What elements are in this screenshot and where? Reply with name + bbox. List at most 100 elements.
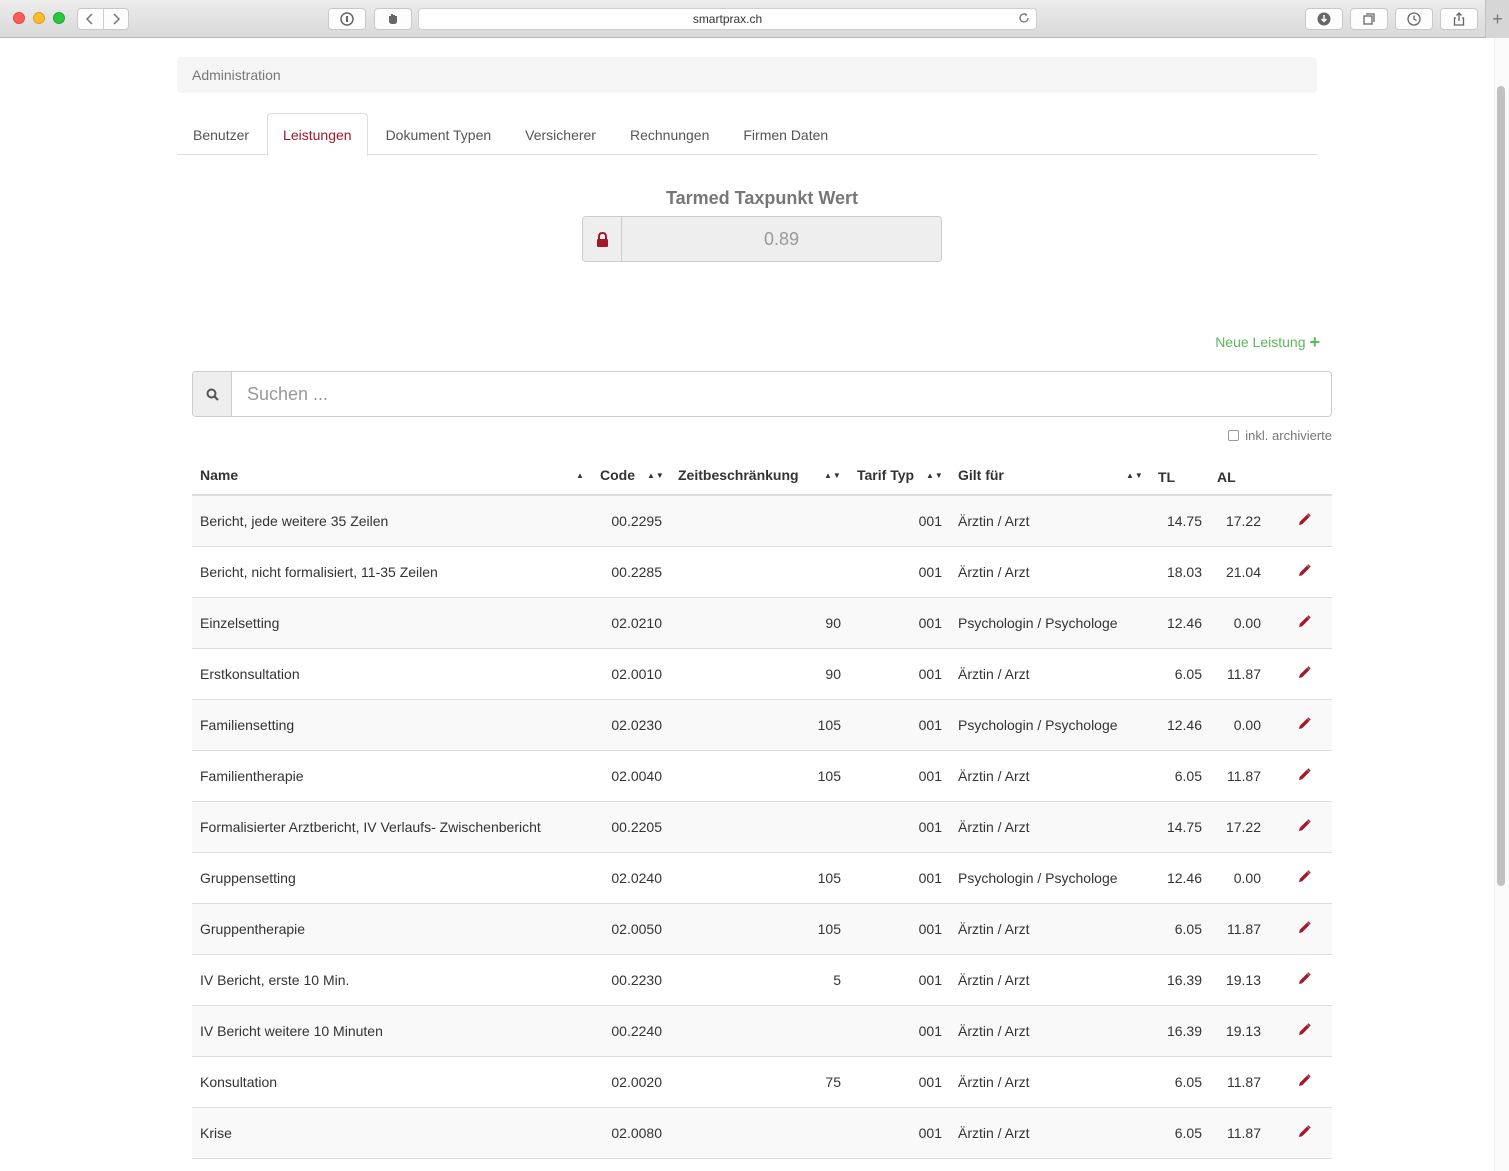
table-row: IV Bericht weitere 10 Minuten 00.2240 001 Ä… [192,1006,1332,1057]
sort-icon[interactable]: ▲▼ [824,471,842,480]
share-button[interactable] [1440,8,1478,30]
row-tarif-typ: 001 [918,717,942,733]
row-gilt-fuer: Ärztin / Arzt [958,1074,1030,1090]
tab-leistungen[interactable]: Leistungen [267,113,368,156]
edit-pencil-icon[interactable] [1298,819,1311,832]
sort-asc-icon[interactable]: ▲ [576,471,585,480]
edit-pencil-icon[interactable] [1298,717,1311,730]
table-row: Einzelsetting 02.0210 90 001 Psychologin / P… [192,598,1332,649]
edit-pencil-icon[interactable] [1298,972,1311,985]
archive-checkbox[interactable] [1228,430,1240,441]
minimize-window-button[interactable] [33,12,45,24]
row-zeitbeschraenkung: 105 [817,768,841,784]
table-row: Familiensetting 02.0230 105 001 Psychologin … [192,700,1332,751]
row-gilt-fuer: Ärztin / Arzt [958,819,1030,835]
row-gilt-fuer: Ärztin / Arzt [958,768,1030,784]
row-gilt-fuer: Psychologin / Psychologe [958,870,1118,886]
tabs-icon [1363,13,1375,25]
row-zeitbeschraenkung: 90 [825,615,841,631]
back-button[interactable] [78,9,103,29]
edit-pencil-icon[interactable] [1298,768,1311,781]
row-code: 00.2240 [611,1023,662,1039]
forward-button[interactable] [102,9,129,29]
new-service-link[interactable]: Neue Leistung + [1180,333,1320,351]
row-al: 19.13 [1225,972,1261,988]
header-name[interactable]: Name [200,467,238,483]
sort-icon[interactable]: ▲▼ [647,471,665,480]
header-gilt[interactable]: Gilt für [958,467,1004,483]
zoom-window-button[interactable] [53,12,65,24]
row-gilt-fuer: Ärztin / Arzt [958,1125,1030,1141]
chevron-right-icon [113,13,120,25]
row-code: 00.2295 [611,513,662,529]
row-tarif-typ: 001 [918,513,942,529]
edit-pencil-icon[interactable] [1298,921,1311,934]
table-row: Bericht, nicht formalisiert, 11-35 Zeile… [192,547,1332,598]
taxpunkt-value: 0.89 [622,217,941,261]
row-tl: 6.05 [1174,768,1202,784]
search-icon [193,372,232,416]
reload-icon[interactable] [1018,12,1030,27]
tab-firmen-daten[interactable]: Firmen Daten [727,113,844,155]
row-name: IV Bericht weitere 10 Minuten [200,1023,383,1039]
sort-icon[interactable]: ▲▼ [1126,471,1144,480]
header-tarif[interactable]: Tarif Typ [857,467,914,483]
address-bar[interactable]: smartprax.ch [418,8,1037,30]
row-al: 0.00 [1233,717,1261,733]
search-input[interactable] [232,372,1331,416]
row-name: Einzelsetting [200,615,280,631]
header-zeit[interactable]: Zeitbeschränkung [678,467,799,483]
hand-icon [389,14,397,24]
row-tarif-typ: 001 [918,666,942,682]
table-row: Gruppensetting 02.0240 105 001 Psychologin /… [192,853,1332,904]
row-gilt-fuer: Ärztin / Arzt [958,1023,1030,1039]
row-code: 00.2285 [611,564,662,580]
plus-icon: + [1492,8,1503,29]
row-name: Krise [200,1125,232,1141]
row-name: Familiensetting [200,717,295,733]
extension-button[interactable] [374,8,412,30]
archive-filter[interactable]: inkl. archivierte [1180,428,1332,443]
table-row: Erstkonsultation 02.0010 90 001 Ärztin / Arz… [192,649,1332,700]
row-name: IV Bericht, erste 10 Min. [200,972,350,988]
tab-benutzer[interactable]: Benutzer [177,113,265,155]
row-code: 02.0050 [611,921,662,937]
row-tl: 12.46 [1166,717,1202,733]
edit-pencil-icon[interactable] [1298,666,1311,679]
edit-pencil-icon[interactable] [1298,1125,1311,1138]
tab-rechnungen[interactable]: Rechnungen [614,113,725,155]
tab-dokument-typen[interactable]: Dokument Typen [370,113,508,155]
tabs-overview-button[interactable] [1350,8,1388,30]
scrollbar-thumb[interactable] [1497,86,1505,886]
edit-pencil-icon[interactable] [1298,1074,1311,1087]
url-text: smartprax.ch [692,12,763,26]
edit-pencil-icon[interactable] [1298,1023,1311,1036]
edit-pencil-icon[interactable] [1298,615,1311,628]
chevron-left-icon [86,13,93,25]
row-gilt-fuer: Ärztin / Arzt [958,666,1030,682]
tab-versicherer[interactable]: Versicherer [509,113,612,155]
history-button[interactable] [1395,8,1433,30]
lock-button[interactable] [583,217,622,261]
new-service-label: Neue Leistung [1215,334,1306,350]
table-row: Formalisierter Arztbericht, IV Verlaufs-… [192,802,1332,853]
new-tab-button[interactable]: + [1485,0,1509,38]
downloads-button[interactable] [1305,8,1343,30]
row-name: Erstkonsultation [200,666,300,682]
history-nav [77,8,129,30]
close-window-button[interactable] [13,12,25,24]
row-al: 11.87 [1227,1125,1261,1141]
table-row: Gruppentherapie 02.0050 105 001 Ärztin / Arz… [192,904,1332,955]
table-row: Familientherapie 02.0040 105 001 Ärztin / Ar… [192,751,1332,802]
password-button[interactable] [328,8,366,30]
row-name: Formalisierter Arztbericht, IV Verlaufs-… [200,819,541,835]
sort-icon[interactable]: ▲▼ [926,471,944,480]
header-code[interactable]: Code [600,467,635,483]
row-tl: 16.39 [1166,972,1202,988]
row-al: 11.87 [1227,768,1261,784]
table-row: Bericht, jede weitere 35 Zeilen 00.2295 00… [192,496,1332,547]
edit-pencil-icon[interactable] [1298,564,1311,577]
edit-pencil-icon[interactable] [1298,513,1311,526]
edit-pencil-icon[interactable] [1298,870,1311,883]
row-al: 0.00 [1233,615,1261,631]
